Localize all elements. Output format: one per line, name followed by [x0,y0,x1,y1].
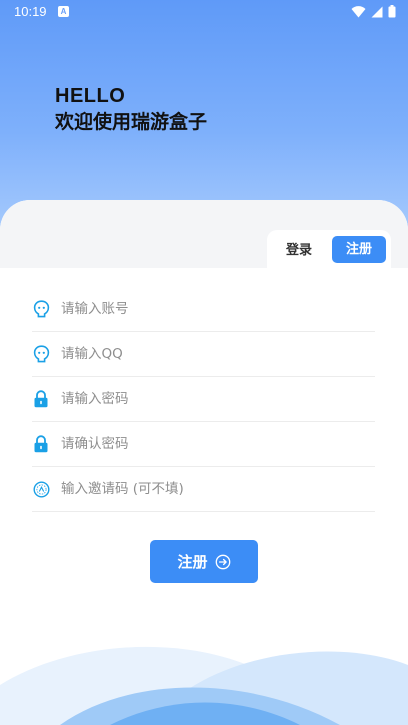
hero-welcome: 欢迎使用瑞游盒子 [55,111,208,133]
auth-tabs: 登录 注册 [267,230,391,268]
register-form [32,287,375,512]
bottom-waves [0,646,408,725]
qq-input[interactable] [61,346,341,362]
password-field [32,377,375,422]
hero-text: HELLO 欢迎使用瑞游盒子 [55,84,207,135]
invite-code-field [32,467,375,512]
qq-field [32,332,375,377]
user-icon [32,345,50,363]
lock-icon [32,390,50,408]
tab-login[interactable]: 登录 [275,238,323,264]
notification-badge-icon: A [58,6,69,17]
user-icon [32,300,50,318]
signal-icon [371,6,383,17]
hero-hello: HELLO [55,85,126,107]
account-input[interactable] [61,301,341,317]
lock-icon [32,435,50,453]
confirm-password-field [32,422,375,467]
register-submit-label: 注册 [177,553,208,571]
invite-code-input[interactable] [61,481,341,497]
arrow-right-circle-icon [215,554,230,569]
register-submit-button[interactable]: 注册 [150,540,258,583]
account-field [32,287,375,332]
confirm-password-input[interactable] [61,436,341,452]
status-bar: 10:19 A [0,0,408,24]
password-input[interactable] [61,391,341,407]
wifi-icon [351,5,366,17]
status-time: 10:19 [14,4,47,19]
invite-icon [32,480,50,498]
battery-icon [388,5,396,18]
tab-register[interactable]: 注册 [332,236,386,263]
status-icons [351,5,396,18]
